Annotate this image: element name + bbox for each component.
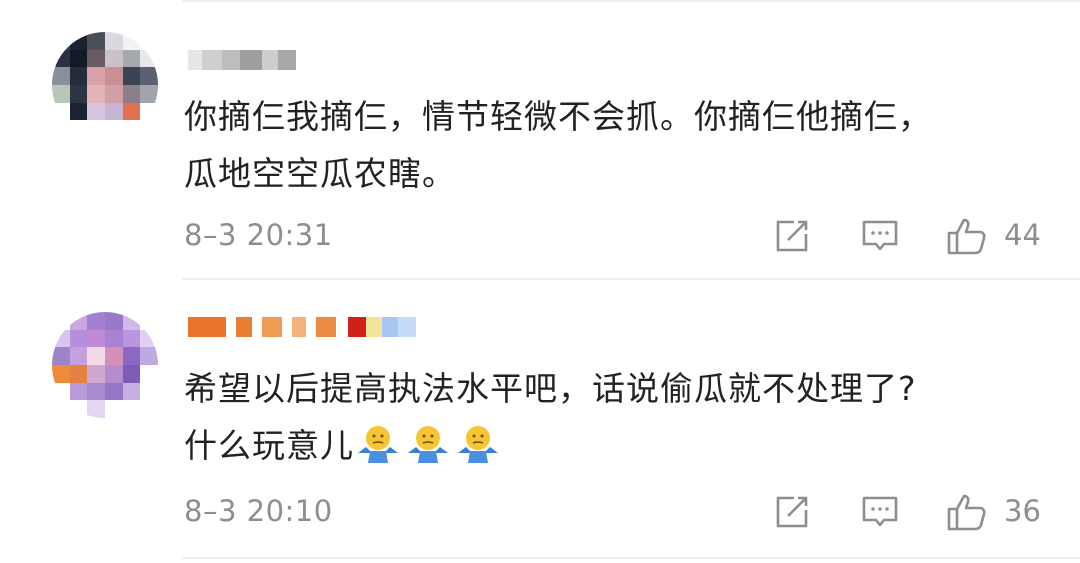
shrug-emoji-icon <box>408 426 448 463</box>
username[interactable] <box>188 50 296 70</box>
shrug-emoji-icon <box>458 426 498 463</box>
comment-item: 希望以后提高执法水平吧，话说偷瓜就不处理了? 什么玩意儿 8–3 20:10 3… <box>0 280 1080 557</box>
comment-icon[interactable] <box>860 216 900 256</box>
like-button[interactable]: 36 <box>946 492 1046 532</box>
like-button[interactable]: 44 <box>946 216 1046 256</box>
comment-text-line: 希望以后提高执法水平吧，话说偷瓜就不处理了? <box>184 369 917 408</box>
comment-icon[interactable] <box>860 492 900 532</box>
comment-meta: 8–3 20:31 44 <box>0 216 1080 256</box>
comment-text-line: 什么玩意儿 <box>184 417 1044 474</box>
divider <box>182 557 1080 559</box>
timestamp: 8–3 20:10 <box>184 494 333 528</box>
share-icon[interactable] <box>772 216 812 256</box>
like-count: 44 <box>1004 218 1041 252</box>
avatar[interactable] <box>52 312 158 418</box>
share-icon[interactable] <box>772 492 812 532</box>
comment-item: 你摘仨我摘仨，情节轻微不会抓。你摘仨他摘仨， 瓜地空空瓜农瞎。 8–3 20:3… <box>0 0 1080 278</box>
comment-text-fragment: 什么玩意儿 <box>184 426 354 465</box>
avatar[interactable] <box>52 32 158 138</box>
comment-text-line: 你摘仨我摘仨，情节轻微不会抓。你摘仨他摘仨， <box>184 97 932 136</box>
comment-list: 你摘仨我摘仨，情节轻微不会抓。你摘仨他摘仨， 瓜地空空瓜农瞎。 8–3 20:3… <box>0 0 1080 563</box>
comment-text: 你摘仨我摘仨，情节轻微不会抓。你摘仨他摘仨， 瓜地空空瓜农瞎。 <box>184 88 1044 202</box>
comment-text-line: 瓜地空空瓜农瞎。 <box>184 154 456 193</box>
like-count: 36 <box>1004 494 1041 528</box>
timestamp: 8–3 20:31 <box>184 218 333 252</box>
shrug-emoji-icon <box>358 426 398 463</box>
comment-text: 希望以后提高执法水平吧，话说偷瓜就不处理了? 什么玩意儿 <box>184 360 1044 474</box>
comment-meta: 8–3 20:10 36 <box>0 492 1080 532</box>
username[interactable] <box>188 317 416 337</box>
thumbs-up-icon <box>947 218 986 255</box>
thumbs-up-icon <box>947 494 986 531</box>
